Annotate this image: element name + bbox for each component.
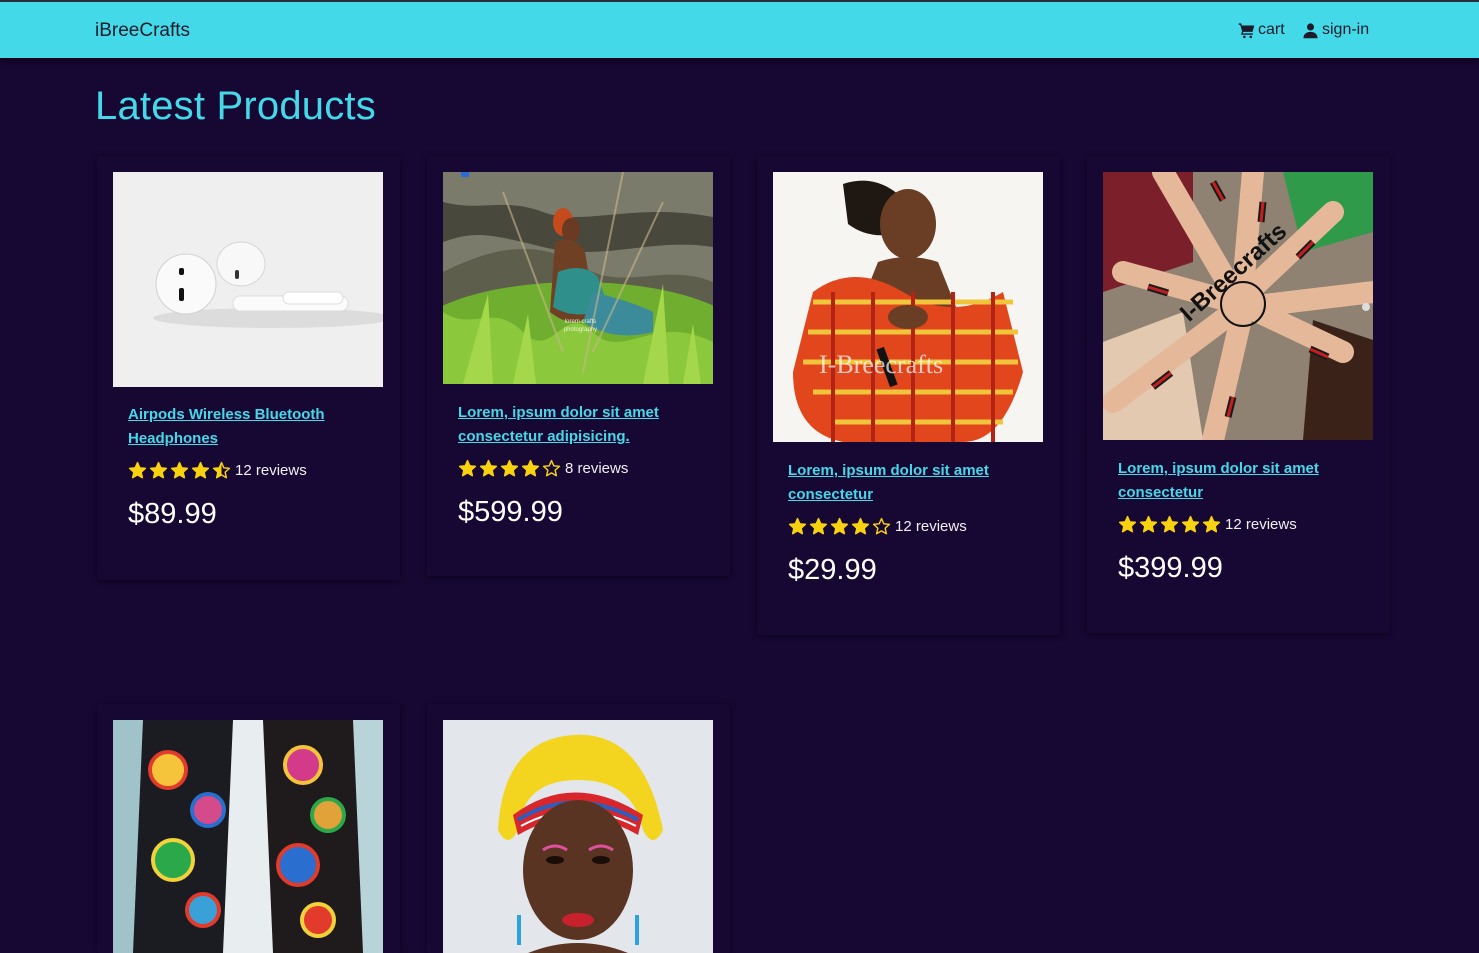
product-image[interactable]: [113, 720, 383, 953]
star-full-icon: [788, 517, 807, 535]
rating-stars: [788, 517, 891, 536]
product-price: $29.99: [788, 554, 877, 586]
star-full-icon: [521, 459, 540, 477]
cart-label: cart: [1258, 21, 1285, 38]
review-count: 12 reviews: [1225, 516, 1297, 533]
product-image[interactable]: I-Breecrafts: [773, 172, 1043, 442]
rating-stars: [1118, 515, 1221, 534]
star-full-icon: [458, 459, 477, 477]
product-image[interactable]: lorem crafts photography: [443, 172, 713, 384]
shopping-cart-icon: [1238, 22, 1255, 38]
product-price: $89.99: [128, 498, 217, 530]
star-full-icon: [1181, 515, 1200, 533]
product-price: $599.99: [458, 496, 563, 528]
product-rating: 12 reviews: [788, 517, 967, 536]
star-full-icon: [479, 459, 498, 477]
star-full-icon: [1139, 515, 1158, 533]
star-full-icon: [1160, 515, 1179, 533]
product-image[interactable]: I-Breecrafts: [1103, 172, 1373, 440]
rating-stars: [128, 461, 231, 480]
star-full-icon: [1202, 515, 1221, 533]
star-full-icon: [128, 461, 147, 479]
review-count: 12 reviews: [235, 462, 307, 479]
product-title-link[interactable]: Lorem, ipsum dolor sit amet consectetur …: [458, 401, 698, 449]
user-icon: [1303, 22, 1318, 38]
product-card: I-Breecrafts Lorem, ipsum dolor sit amet…: [757, 156, 1060, 635]
star-full-icon: [1118, 515, 1137, 533]
star-full-icon: [500, 459, 519, 477]
product-rating: 8 reviews: [458, 459, 628, 478]
product-card: I-Breecrafts Lorem, ipsum dolor sit amet…: [1087, 156, 1390, 633]
review-count: 8 reviews: [565, 460, 629, 477]
product-card: [97, 704, 400, 953]
top-navbar: iBreeCrafts cart sign-in: [0, 0, 1479, 58]
star-full-icon: [830, 517, 849, 535]
sign-in-label: sign-in: [1322, 21, 1370, 38]
image-watermark: I-Breecrafts: [819, 350, 944, 379]
star-empty-icon: [542, 459, 561, 477]
star-empty-icon: [872, 517, 891, 535]
star-full-icon: [149, 461, 168, 479]
product-card: lorem crafts photography Lorem, ipsum do…: [427, 156, 730, 576]
page-title: Latest Products: [95, 84, 376, 128]
star-full-icon: [851, 517, 870, 535]
image-caption: lorem crafts photography: [563, 319, 598, 333]
product-price: $399.99: [1118, 552, 1223, 584]
star-full-icon: [170, 461, 189, 479]
star-half-icon: [212, 461, 231, 479]
product-card: Airpods Wireless Bluetooth Headphones 12…: [97, 156, 400, 580]
star-full-icon: [191, 461, 210, 479]
review-count: 12 reviews: [895, 518, 967, 535]
product-title-link[interactable]: Lorem, ipsum dolor sit amet consectetur: [788, 459, 1028, 507]
product-card: [427, 704, 730, 953]
product-rating: 12 reviews: [1118, 515, 1297, 534]
sign-in-link[interactable]: sign-in: [1302, 21, 1369, 39]
brand-logo-link[interactable]: iBreeCrafts: [95, 20, 190, 42]
rating-stars: [458, 459, 561, 478]
product-title-link[interactable]: Airpods Wireless Bluetooth Headphones: [128, 403, 368, 451]
product-image[interactable]: [443, 720, 713, 953]
product-title-link[interactable]: Lorem, ipsum dolor sit amet consectetur: [1118, 457, 1358, 505]
cart-link[interactable]: cart: [1238, 21, 1285, 39]
product-image[interactable]: [113, 172, 383, 387]
star-full-icon: [809, 517, 828, 535]
product-rating: 12 reviews: [128, 461, 307, 480]
